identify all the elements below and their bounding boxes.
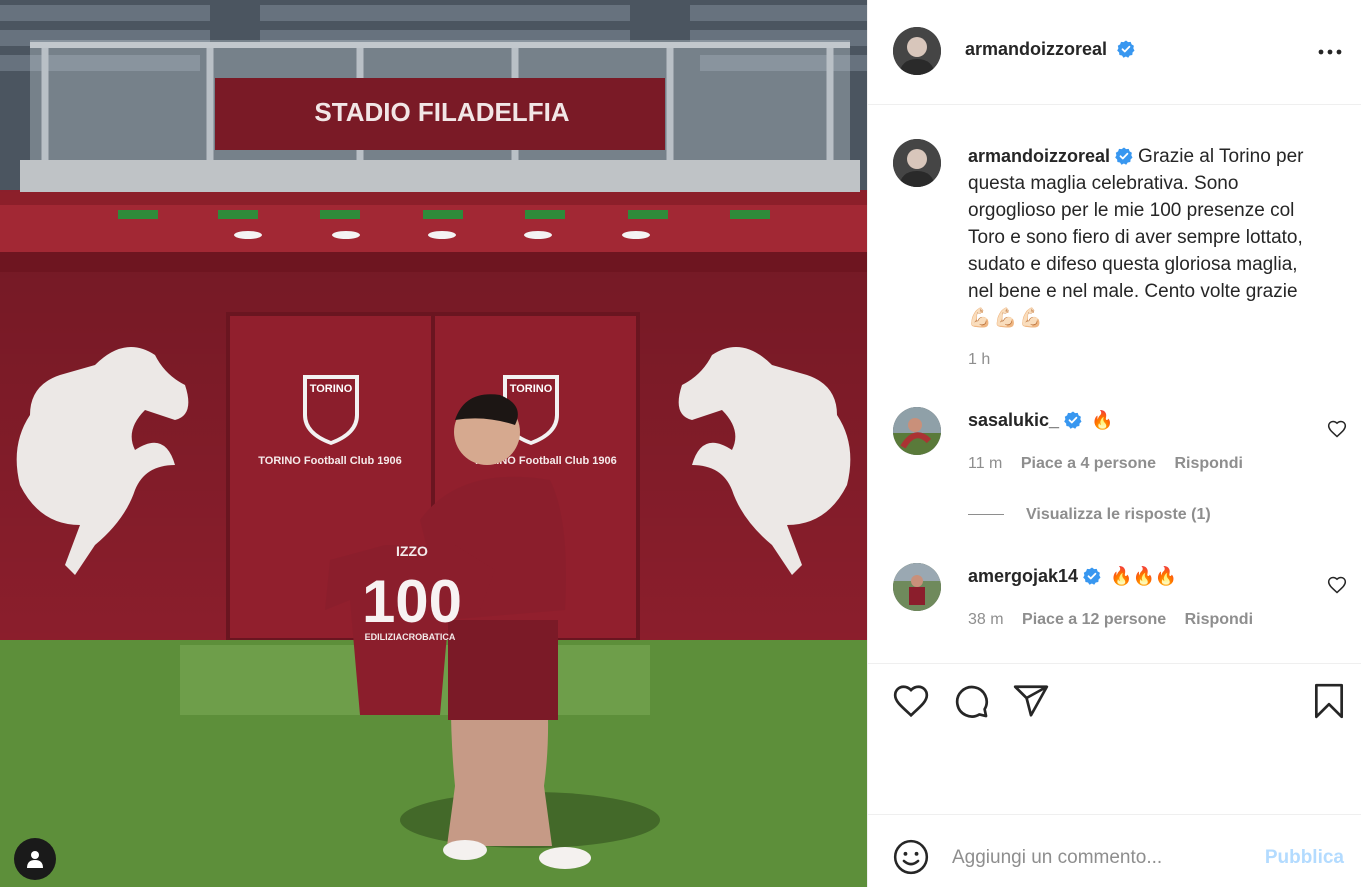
author-avatar[interactable] [893, 27, 941, 75]
comment-text: 🔥🔥🔥 [1110, 566, 1178, 586]
crest-label: TORINO [310, 383, 353, 395]
post-time[interactable]: 1 h [968, 351, 990, 369]
comment-icon[interactable] [952, 682, 990, 720]
verified-badge-icon [1115, 147, 1133, 165]
comment-like-heart-icon[interactable] [1327, 419, 1347, 439]
comment-username[interactable]: sasalukic_ [968, 410, 1059, 430]
comment-line: sasalukic_ 🔥 [968, 410, 1114, 431]
comment-line: amergojak14 🔥🔥🔥 [968, 566, 1177, 587]
club-text-left: TORINO Football Club 1906 [258, 455, 401, 467]
verified-badge-icon [1064, 411, 1082, 429]
caption-username[interactable]: armandoizzoreal [968, 146, 1110, 166]
comment-text: 🔥 [1091, 410, 1114, 430]
shirt-number: 100 [362, 568, 462, 635]
user-tag-icon [27, 851, 43, 868]
user-tag-button[interactable] [14, 838, 56, 880]
shirt-sponsor: EDILIZIACROBATICA [365, 632, 456, 642]
commenter-avatar[interactable] [893, 407, 941, 455]
comment-meta: 38 m Piace a 12 persone Rispondi [968, 611, 1267, 629]
add-comment-bar: Pubblica [868, 815, 1361, 887]
more-options-button[interactable] [1316, 38, 1344, 66]
comment-time[interactable]: 38 m [968, 611, 1004, 628]
reply-button[interactable]: Rispondi [1185, 611, 1253, 628]
crest-label-right: TORINO [510, 383, 553, 395]
heart-icon[interactable] [892, 682, 930, 720]
verified-badge-icon [1083, 567, 1101, 585]
comment-meta: 11 m Piace a 4 persone Rispondi [968, 455, 1257, 473]
comment-time[interactable]: 11 m [968, 455, 1002, 472]
stadium-sign: STADIO FILADELFIA [314, 97, 569, 127]
reply-button[interactable]: Rispondi [1174, 455, 1242, 472]
verified-badge-icon [1116, 40, 1134, 58]
action-bar [868, 663, 1361, 815]
comment-input[interactable] [952, 841, 1252, 875]
caption-text: Grazie al Torino per questa maglia celeb… [968, 146, 1304, 302]
caption-emoji: 💪🏻💪🏻💪🏻 [968, 308, 1045, 329]
bookmark-icon[interactable] [1310, 682, 1348, 720]
comment-likes[interactable]: Piace a 4 persone [1021, 455, 1156, 472]
post-header: armandoizzoreal [868, 0, 1361, 105]
photo-scene: STADIO FILADELFIA TORINO TORINO TORINO F… [0, 0, 867, 887]
post-caption: armandoizzoreal Grazie al Torino per ques… [968, 143, 1328, 332]
author-username[interactable]: armandoizzoreal [965, 39, 1107, 59]
post-photo[interactable]: STADIO FILADELFIA TORINO TORINO TORINO F… [0, 0, 867, 887]
paper-plane-icon[interactable] [1012, 682, 1050, 720]
view-replies-button[interactable]: Visualizza le risposte (1) [968, 506, 1211, 524]
caption-author-avatar[interactable] [893, 139, 941, 187]
publish-button[interactable]: Pubblica [1265, 847, 1344, 869]
replies-divider [968, 514, 1004, 516]
comment-likes[interactable]: Piace a 12 persone [1022, 611, 1166, 628]
commenter-avatar[interactable] [893, 563, 941, 611]
smiley-icon[interactable] [892, 838, 930, 876]
shirt-name: IZZO [396, 543, 428, 559]
comment-username[interactable]: amergojak14 [968, 566, 1078, 586]
post-panel: armandoizzoreal armandoizzoreal Grazie al… [867, 0, 1361, 887]
comment-like-heart-icon[interactable] [1327, 575, 1347, 595]
view-replies-label: Visualizza le risposte (1) [1026, 506, 1211, 523]
more-options-icon [1318, 49, 1342, 55]
